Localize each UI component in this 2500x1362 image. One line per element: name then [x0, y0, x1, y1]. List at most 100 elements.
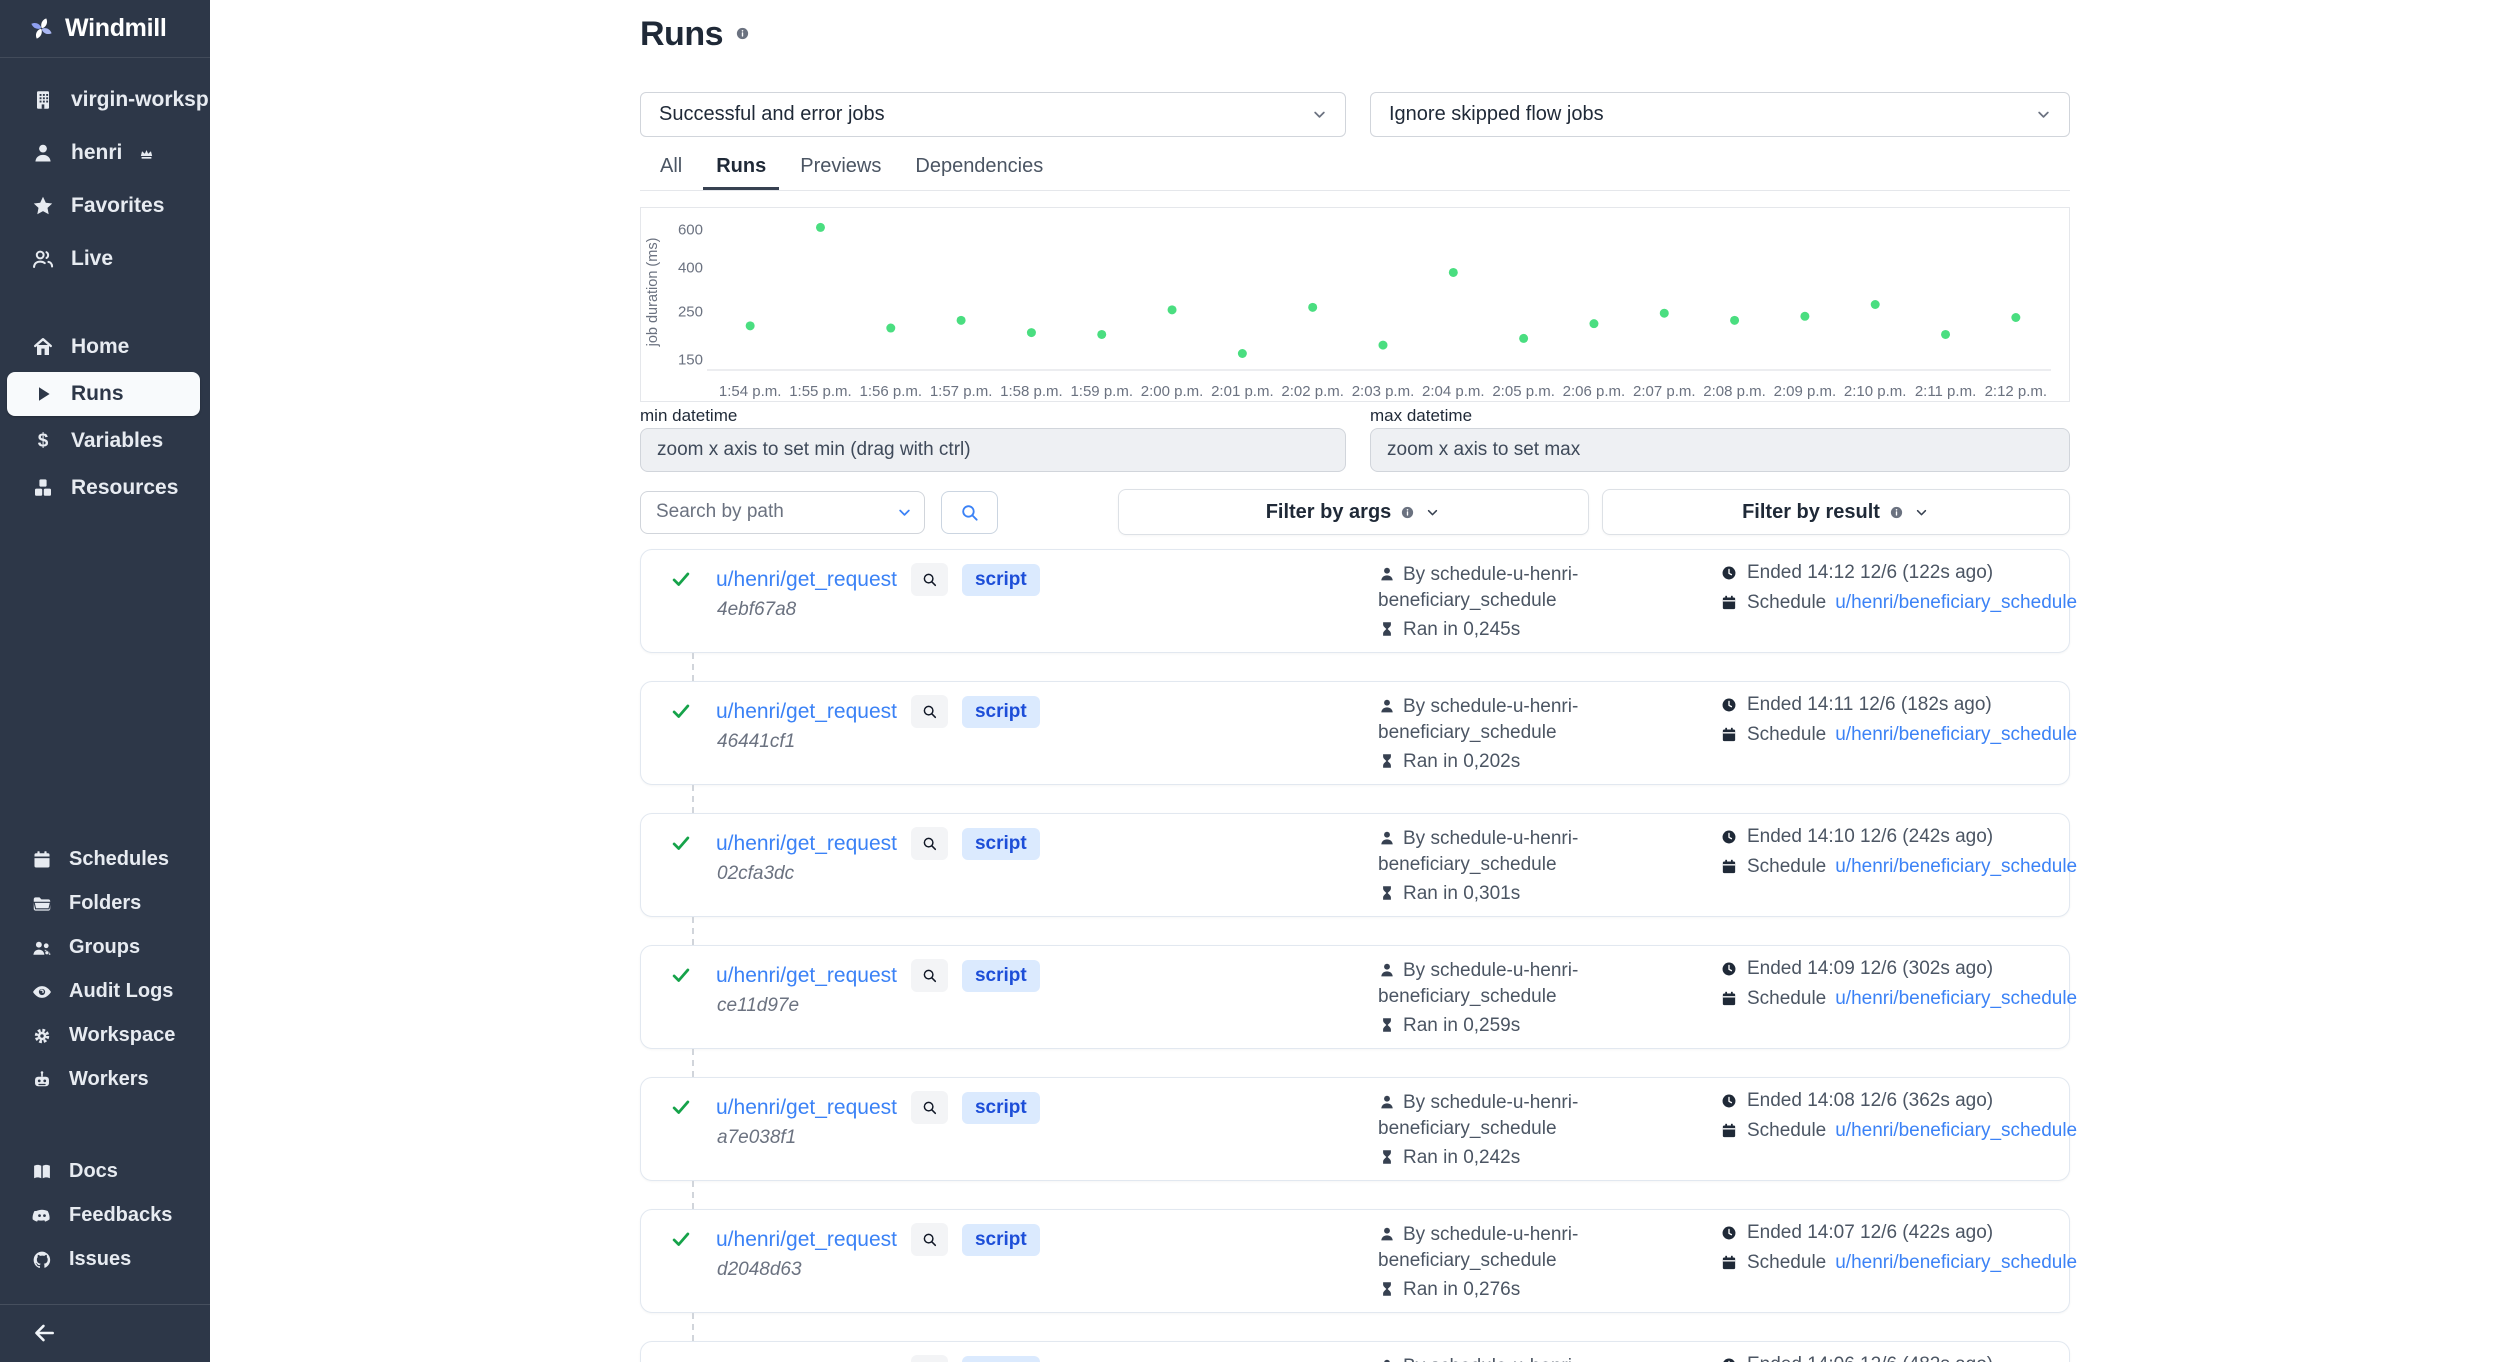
runs-tabs: AllRunsPreviewsDependencies: [640, 149, 2070, 191]
sidebar-item-feedbacks[interactable]: Feedbacks: [0, 1194, 210, 1238]
run-schedule-link[interactable]: u/henri/beneficiary_schedule: [1835, 724, 2077, 746]
chart-point[interactable]: [1097, 330, 1106, 339]
tab-previews[interactable]: Previews: [787, 149, 894, 190]
info-icon: [1889, 505, 1904, 520]
chart-point[interactable]: [816, 223, 825, 232]
chart-point[interactable]: [1379, 341, 1388, 350]
sidebar-item-label: Feedbacks: [69, 1204, 172, 1227]
sidebar-item-issues[interactable]: Issues: [0, 1238, 210, 1282]
sidebar-item-workspace[interactable]: Workspace: [0, 1014, 210, 1058]
hourglass-icon: [1378, 1280, 1396, 1298]
run-triggered-by-text: By schedule-u-henri-beneficiary_schedule: [1378, 1224, 1578, 1271]
chart-point[interactable]: [746, 321, 755, 330]
chart-point[interactable]: [1449, 268, 1458, 277]
tab-runs[interactable]: Runs: [703, 149, 779, 190]
sidebar-item-schedules[interactable]: Schedules: [0, 838, 210, 882]
sidebar-item-live[interactable]: Live: [0, 233, 210, 286]
job-duration-chart-panel[interactable]: 150250400600job duration (ms)1:54 p.m.1:…: [640, 207, 2070, 402]
run-card[interactable]: u/henri/get_requestscript4ebf67a8By sche…: [640, 549, 2070, 653]
run-inspect-button[interactable]: [911, 1355, 948, 1362]
run-inspect-button[interactable]: [911, 827, 948, 860]
sidebar-item-audit-logs[interactable]: Audit Logs: [0, 970, 210, 1014]
run-schedule-line: Scheduleu/henri/beneficiary_schedule: [1720, 592, 2077, 614]
svg-text:$: $: [38, 431, 49, 452]
star-icon: [31, 194, 55, 218]
run-card[interactable]: u/henri/get_requestscriptce11d97eBy sche…: [640, 945, 2070, 1049]
run-inspect-button[interactable]: [911, 1091, 948, 1124]
sidebar-item-workspace-selector[interactable]: virgin-worksp...: [0, 74, 210, 127]
app-logo[interactable]: Windmill: [0, 0, 210, 58]
chevron-down-icon[interactable]: [895, 503, 914, 522]
run-schedule-link[interactable]: u/henri/beneficiary_schedule: [1835, 856, 2077, 878]
chart-point[interactable]: [1871, 300, 1880, 309]
run-inspect-button[interactable]: [911, 959, 948, 992]
sidebar-item-workers[interactable]: Workers: [0, 1058, 210, 1102]
run-inspect-button[interactable]: [911, 695, 948, 728]
sidebar-item-user-menu[interactable]: henri: [0, 127, 210, 180]
chart-x-tick: 2:07 p.m.: [1633, 383, 1696, 400]
sidebar-item-variables[interactable]: $Variables: [0, 418, 210, 465]
check-icon: [670, 700, 692, 722]
chart-point[interactable]: [886, 324, 895, 333]
skipped-jobs-filter-select[interactable]: Ignore skipped flow jobs: [1370, 92, 2070, 137]
run-path-link[interactable]: u/henri/get_request: [716, 568, 897, 592]
search-by-path-input[interactable]: [640, 491, 925, 534]
search-button[interactable]: [941, 491, 998, 534]
chart-point[interactable]: [2011, 313, 2020, 322]
chart-point[interactable]: [1238, 349, 1247, 358]
search-icon: [921, 967, 938, 984]
run-inspect-button[interactable]: [911, 1223, 948, 1256]
sidebar-item-runs[interactable]: Runs: [7, 372, 200, 416]
tab-dependencies[interactable]: Dependencies: [902, 149, 1056, 190]
run-duration-text: Ran in 0,259s: [1403, 1015, 1520, 1036]
sidebar-item-favorites[interactable]: Favorites: [0, 180, 210, 233]
job-status-filter-select[interactable]: Successful and error jobs: [640, 92, 1346, 137]
run-card[interactable]: u/henri/get_requestscript46441cf1By sche…: [640, 681, 2070, 785]
run-duration-text: Ran in 0,202s: [1403, 751, 1520, 772]
max-datetime-input[interactable]: [1370, 428, 2070, 472]
play-icon: [31, 382, 55, 406]
chart-point[interactable]: [1941, 330, 1950, 339]
run-kind-badge: script: [962, 960, 1040, 992]
sidebar-item-folders[interactable]: Folders: [0, 882, 210, 926]
run-path-link[interactable]: u/henri/get_request: [716, 1228, 897, 1252]
chart-point[interactable]: [1800, 312, 1809, 321]
chart-point[interactable]: [1519, 334, 1528, 343]
chart-x-tick: 1:59 p.m.: [1070, 383, 1133, 400]
collapse-sidebar-button[interactable]: [0, 1305, 210, 1362]
run-schedule-link[interactable]: u/henri/beneficiary_schedule: [1835, 988, 2077, 1010]
chart-point[interactable]: [1168, 305, 1177, 314]
run-card[interactable]: u/henri/get_requestscripta7e038f1By sche…: [640, 1077, 2070, 1181]
filter-by-result-button[interactable]: Filter by result: [1602, 489, 2070, 535]
run-triggered-by-text: By schedule-u-henri-beneficiary_schedule: [1378, 1356, 1578, 1362]
run-path-link[interactable]: u/henri/get_request: [716, 700, 897, 724]
run-path-link[interactable]: u/henri/get_request: [716, 832, 897, 856]
chart-point[interactable]: [1308, 303, 1317, 312]
min-datetime-input[interactable]: [640, 428, 1346, 472]
sidebar-item-home[interactable]: Home: [0, 324, 210, 371]
info-icon[interactable]: [735, 25, 750, 43]
run-path-link[interactable]: u/henri/get_request: [716, 1096, 897, 1120]
sidebar-item-docs[interactable]: Docs: [0, 1150, 210, 1194]
chart-point[interactable]: [1027, 328, 1036, 337]
job-duration-scatter-chart[interactable]: 150250400600job duration (ms)1:54 p.m.1:…: [641, 208, 2069, 401]
tab-all[interactable]: All: [647, 149, 695, 190]
run-schedule-link[interactable]: u/henri/beneficiary_schedule: [1835, 1252, 2077, 1274]
run-schedule-link[interactable]: u/henri/beneficiary_schedule: [1835, 592, 2077, 614]
user-icon: [1378, 1093, 1396, 1111]
filter-by-args-button[interactable]: Filter by args: [1118, 489, 1589, 535]
chart-point[interactable]: [1589, 319, 1598, 328]
run-inspect-button[interactable]: [911, 563, 948, 596]
run-card[interactable]: u/henri/get_requestscriptd2048d63By sche…: [640, 1209, 2070, 1313]
run-ended-time: Ended 14:10 12/6 (242s ago): [1747, 826, 1993, 848]
run-path-link[interactable]: u/henri/get_request: [716, 964, 897, 988]
run-schedule-link[interactable]: u/henri/beneficiary_schedule: [1835, 1120, 2077, 1142]
run-card[interactable]: u/henri/get_requestscript02cfa3dcBy sche…: [640, 813, 2070, 917]
chart-point[interactable]: [957, 316, 966, 325]
run-card[interactable]: u/henri/get_requestscript By schedule-u-h…: [640, 1341, 2070, 1362]
sidebar-item-resources[interactable]: Resources: [0, 465, 210, 512]
chart-point[interactable]: [1660, 309, 1669, 318]
sidebar-item-groups[interactable]: Groups: [0, 926, 210, 970]
run-top-row: u/henri/get_requestscript: [716, 1355, 1040, 1362]
chart-point[interactable]: [1730, 316, 1739, 325]
